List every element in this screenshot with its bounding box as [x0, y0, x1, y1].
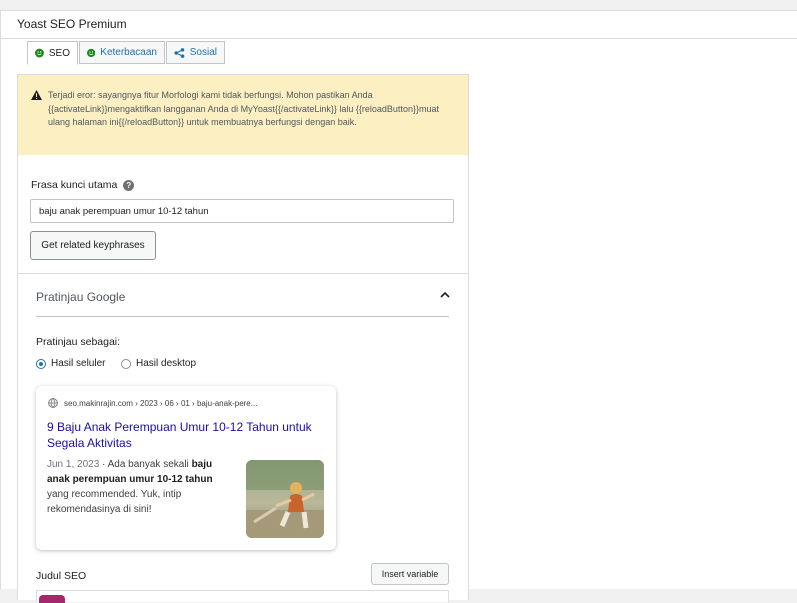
globe-icon	[48, 398, 58, 408]
radio-mobile-result[interactable]: Hasil seluler	[36, 358, 105, 369]
tab-social-label: Sosial	[189, 47, 217, 58]
smiley-icon	[35, 48, 44, 58]
chevron-up-icon[interactable]	[439, 290, 451, 300]
section-divider	[18, 273, 468, 274]
radio-desktop-result[interactable]: Hasil desktop	[121, 358, 196, 369]
focus-keyphrase-input[interactable]	[30, 199, 454, 223]
warning-icon	[31, 90, 42, 100]
radio-button[interactable]	[121, 358, 131, 369]
title-variable-chip[interactable]	[39, 595, 65, 603]
serp-url: seo.makinrajin.com › 2023 › 06 › 01 › ba…	[48, 398, 257, 408]
get-related-keyphrases-button[interactable]: Get related keyphrases	[30, 231, 156, 260]
tab-social[interactable]: Sosial	[166, 41, 225, 64]
google-preview-divider	[36, 316, 449, 317]
google-preview-heading[interactable]: Pratinjau Google	[36, 290, 125, 304]
serp-title[interactable]: 9 Baju Anak Perempuan Umur 10-12 Tahun u…	[47, 419, 322, 451]
serp-preview-card: seo.makinrajin.com › 2023 › 06 › 01 › ba…	[36, 386, 336, 550]
radio-mobile-label: Hasil seluler	[51, 358, 106, 369]
radio-desktop-label: Hasil desktop	[136, 358, 197, 369]
serp-url-text: seo.makinrajin.com › 2023 › 06 › 01 › ba…	[64, 398, 258, 408]
serp-thumbnail-image	[246, 460, 324, 538]
seo-panel: Terjadi eror: sayangnya fitur Morfologi …	[17, 74, 469, 603]
share-icon	[174, 47, 185, 58]
radio-button-checked[interactable]	[36, 358, 46, 369]
tab-readability[interactable]: Keterbacaan	[79, 41, 165, 64]
tab-seo[interactable]: SEO	[27, 41, 78, 65]
serp-desc-start: Ada banyak sekali	[107, 459, 192, 470]
focus-keyphrase-label: Frasa kunci utama ?	[31, 179, 135, 191]
serp-desc-end: yang recommended. Yuk, intip rekomendasi…	[47, 489, 182, 515]
serp-date: Jun 1, 2023	[47, 459, 100, 470]
help-icon[interactable]: ?	[123, 179, 135, 191]
yoast-metabox: Yoast SEO Premium SEO Keterbacaan Sosial…	[0, 10, 797, 603]
seo-title-label: Judul SEO	[36, 570, 87, 582]
insert-variable-button[interactable]: Insert variable	[371, 563, 449, 585]
serp-description: Jun 1, 2023 · Ada banyak sekali baju ana…	[47, 457, 227, 517]
serp-separator: ·	[99, 459, 108, 470]
seo-title-editor[interactable]	[36, 590, 449, 603]
tab-seo-label: SEO	[48, 47, 70, 59]
morphology-warning: Terjadi eror: sayangnya fitur Morfologi …	[18, 75, 468, 155]
metabox-title[interactable]: Yoast SEO Premium	[1, 11, 797, 39]
warning-text: Terjadi eror: sayangnya fitur Morfologi …	[48, 90, 439, 127]
preview-as-label: Pratinjau sebagai:	[36, 336, 121, 348]
tab-readability-label: Keterbacaan	[100, 47, 157, 58]
smiley-icon	[87, 48, 96, 57]
focus-keyphrase-label-text: Frasa kunci utama	[31, 179, 118, 191]
